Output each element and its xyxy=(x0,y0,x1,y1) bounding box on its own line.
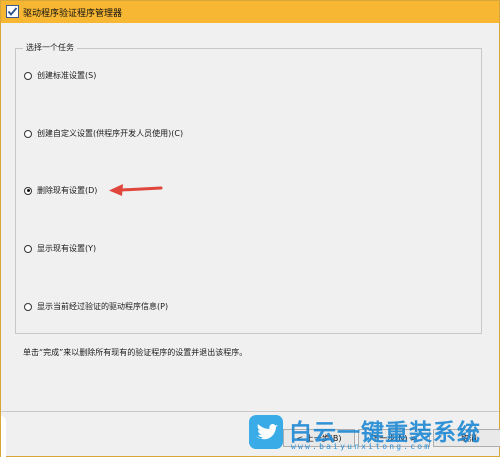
option-label: 显示当前经过验证的驱动程序信息(P) xyxy=(37,302,169,311)
bird-icon xyxy=(256,423,278,440)
group-caption: 选择一个任务 xyxy=(23,42,77,53)
radio-button-selected[interactable] xyxy=(24,186,32,195)
option-display-existing[interactable]: 显示现有设置(Y) xyxy=(24,243,96,254)
option-create-custom[interactable]: 创建自定义设置(供程序开发人员使用)(C) xyxy=(24,128,183,139)
option-label: 创建自定义设置(供程序开发人员使用)(C) xyxy=(37,129,184,138)
watermark-badge xyxy=(249,415,283,449)
instruction-text: 单击“完成”来以删除所有现有的验证程序的设置并退出该程序。 xyxy=(23,348,248,357)
radio-button[interactable] xyxy=(24,71,32,80)
checklist-app-icon xyxy=(6,5,19,18)
cancel-button[interactable]: 取消 xyxy=(433,429,500,447)
window-edge xyxy=(1,416,6,458)
radio-button[interactable] xyxy=(24,302,32,311)
option-label: 删除现有设置(D) xyxy=(37,186,98,195)
option-display-verified-info[interactable]: 显示当前经过验证的驱动程序信息(P) xyxy=(24,301,168,312)
option-delete-existing[interactable]: 删除现有设置(D) xyxy=(24,185,97,196)
radio-button[interactable] xyxy=(24,129,32,138)
next-button[interactable]: 下一步(N) > xyxy=(358,429,430,447)
dialog-window: 驱动程序验证程序管理器 选择一个任务 创建标准设置(S) 创建自定义设置(供程序… xyxy=(0,0,500,458)
option-create-standard[interactable]: 创建标准设置(S) xyxy=(24,70,96,81)
option-label: 显示现有设置(Y) xyxy=(37,244,97,253)
window-title: 驱动程序验证程序管理器 xyxy=(23,9,123,19)
title-bar[interactable]: 驱动程序验证程序管理器 xyxy=(1,1,499,23)
option-label: 创建标准设置(S) xyxy=(37,71,97,80)
footer-separator xyxy=(1,411,499,412)
back-button[interactable]: < 上一步(B) xyxy=(283,429,355,447)
radio-button[interactable] xyxy=(24,244,32,253)
red-arrow-annotation xyxy=(109,184,163,196)
